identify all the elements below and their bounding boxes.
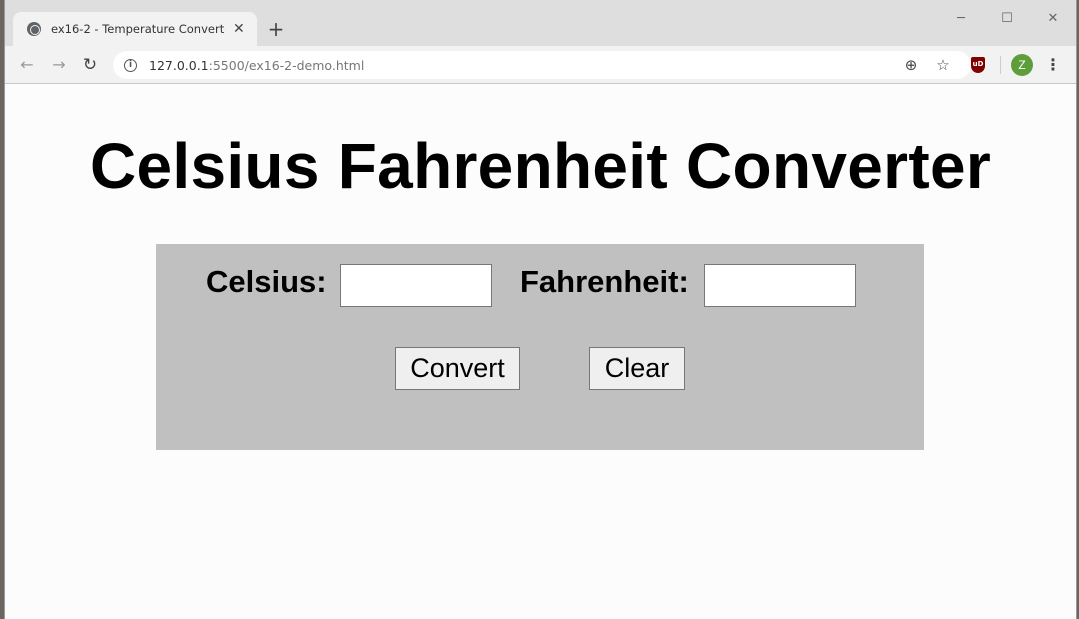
info-icon[interactable]: i bbox=[124, 58, 137, 72]
converter-panel: Celsius: Fahrenheit: Convert Clear bbox=[156, 244, 924, 450]
tab-strip: ex16-2 - Temperature Converter ✕ + ─ ☐ ✕ bbox=[5, 0, 1076, 46]
ublock-extension-icon[interactable]: uD bbox=[971, 57, 985, 73]
minimize-button[interactable]: ─ bbox=[938, 8, 984, 30]
zoom-icon[interactable]: ⊕ bbox=[901, 55, 921, 75]
reload-icon[interactable]: ↻ bbox=[79, 54, 101, 76]
maximize-button[interactable]: ☐ bbox=[984, 8, 1030, 30]
toolbar-divider bbox=[1000, 56, 1001, 74]
celsius-input[interactable] bbox=[340, 264, 492, 307]
convert-button[interactable]: Convert bbox=[395, 347, 520, 390]
page-title: Celsius Fahrenheit Converter bbox=[89, 130, 992, 202]
kebab-menu-icon[interactable]: ⋮ bbox=[1045, 54, 1061, 76]
celsius-label: Celsius: bbox=[206, 264, 327, 299]
new-tab-button[interactable]: + bbox=[263, 16, 289, 42]
address-bar[interactable]: i 127.0.0.1:5500/ex16-2-demo.html ⊕ ☆ bbox=[113, 51, 971, 79]
close-window-button[interactable]: ✕ bbox=[1030, 8, 1076, 30]
fahrenheit-label: Fahrenheit: bbox=[520, 264, 689, 299]
browser-tab[interactable]: ex16-2 - Temperature Converter ✕ bbox=[13, 12, 257, 46]
fahrenheit-input[interactable] bbox=[704, 264, 856, 307]
clear-button[interactable]: Clear bbox=[589, 347, 685, 390]
url-text[interactable]: 127.0.0.1:5500/ex16-2-demo.html bbox=[149, 58, 364, 73]
globe-icon bbox=[27, 22, 41, 36]
browser-window: ex16-2 - Temperature Converter ✕ + ─ ☐ ✕… bbox=[4, 0, 1077, 619]
star-bookmark-icon[interactable]: ☆ bbox=[933, 55, 953, 75]
tab-close-icon[interactable]: ✕ bbox=[233, 21, 245, 37]
forward-arrow-icon[interactable]: → bbox=[48, 54, 70, 76]
page-content: Celsius Fahrenheit Converter Celsius: Fa… bbox=[5, 85, 1076, 619]
profile-avatar[interactable]: Z bbox=[1011, 54, 1033, 76]
back-arrow-icon[interactable]: ← bbox=[16, 54, 38, 76]
browser-toolbar: ← → ↻ i 127.0.0.1:5500/ex16-2-demo.html … bbox=[5, 46, 1076, 84]
tab-title: ex16-2 - Temperature Converter bbox=[51, 22, 225, 36]
